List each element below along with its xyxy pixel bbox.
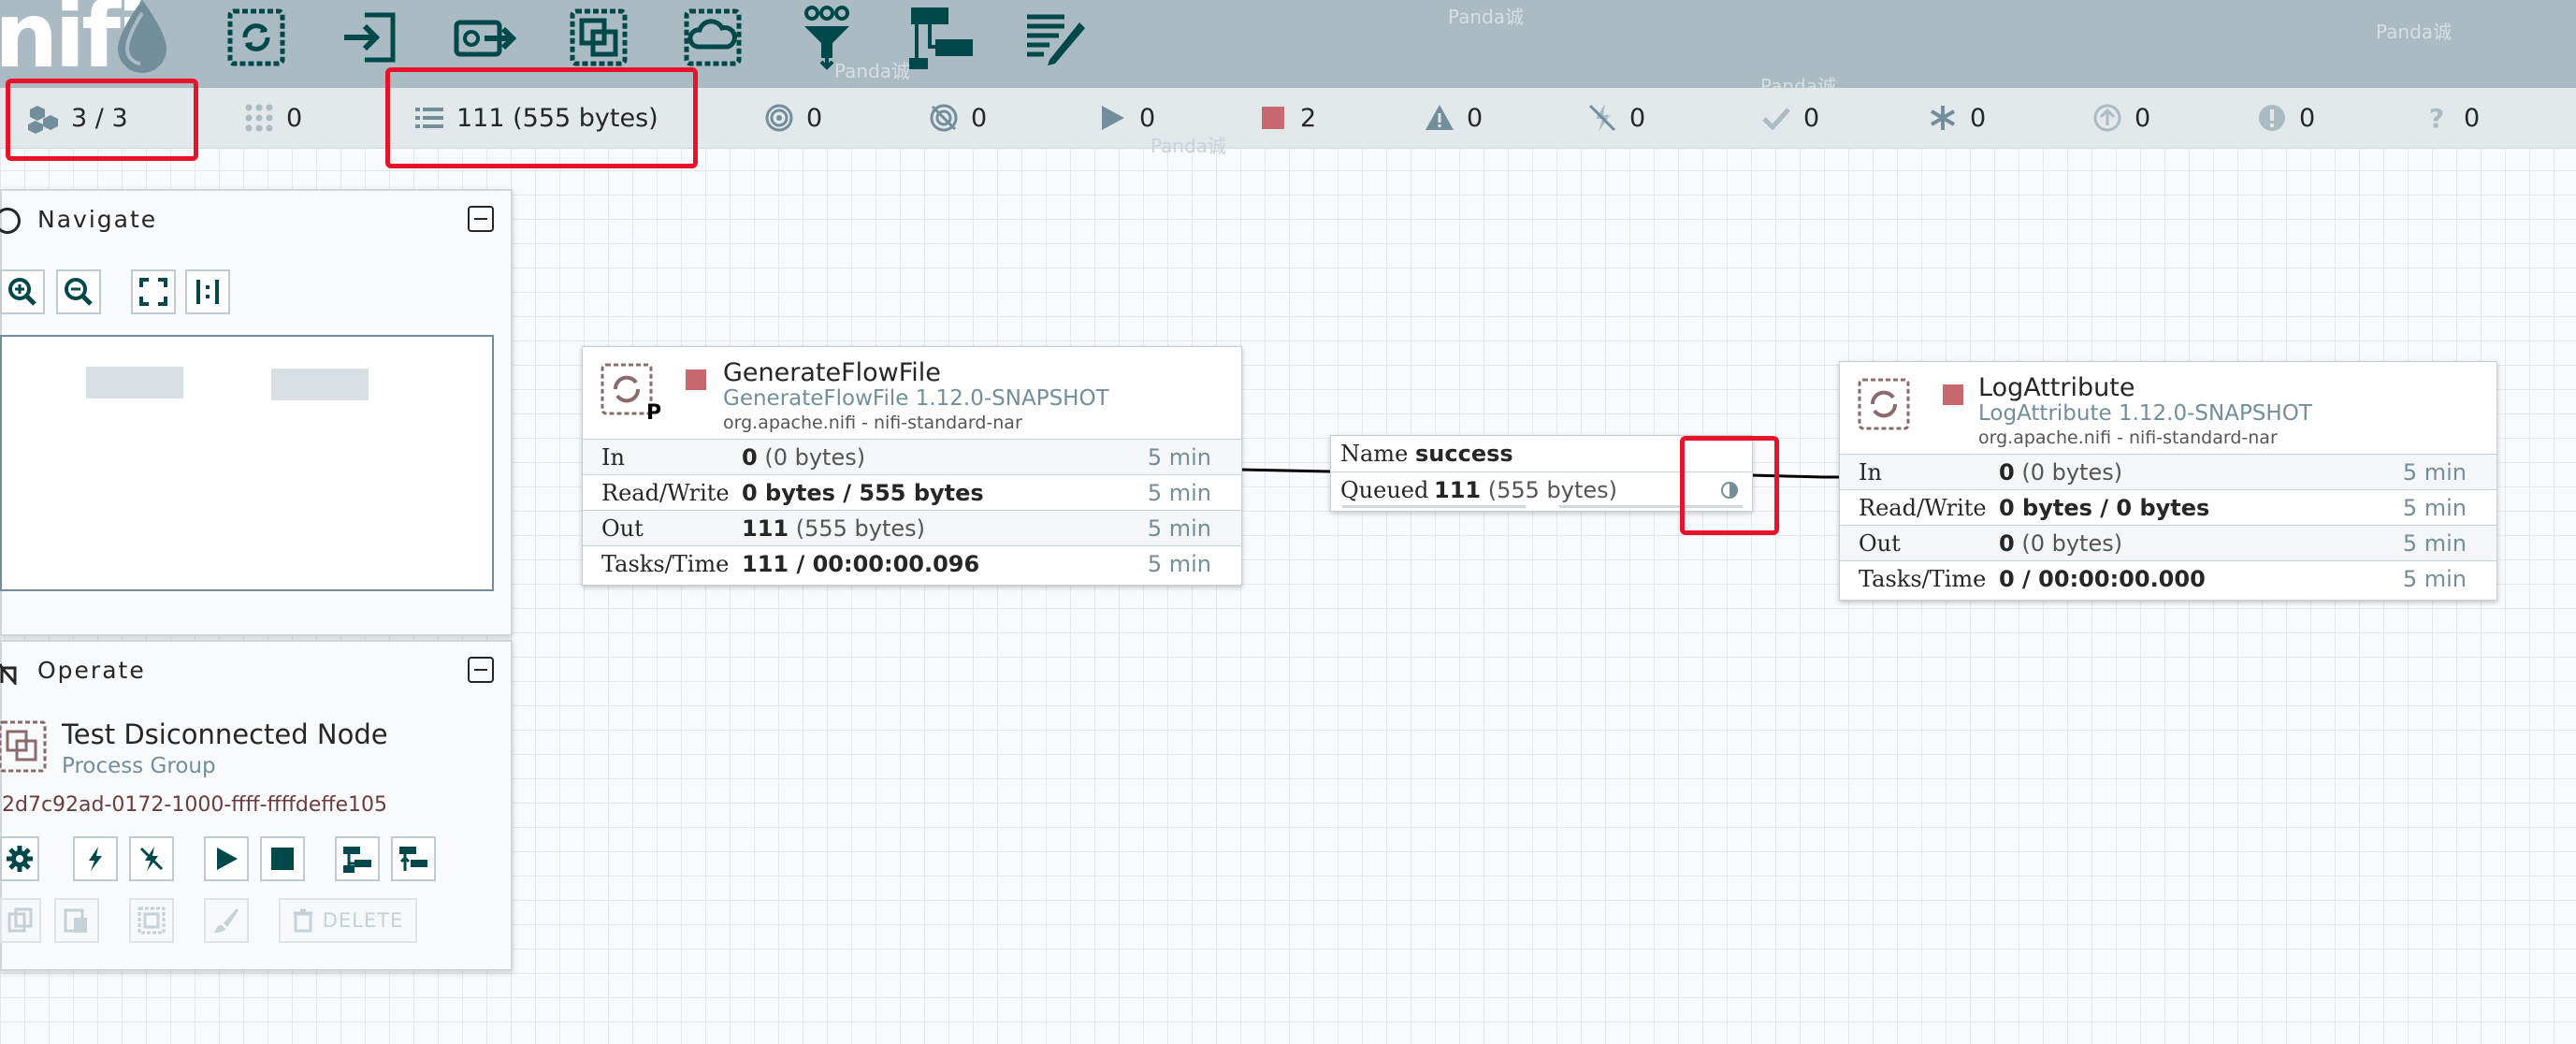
stats-row-in: In 0 (0 bytes) 5 min [1840,454,2496,489]
stat-label: Read/Write [1859,494,1987,521]
stat-time: 5 min [1147,550,1211,577]
processor-bundle: org.apache.nifi - nifi-standard-nar [723,413,1022,433]
stat-label: Out [601,515,644,542]
stat-value: 111 / 00:00:00.096 [742,550,980,577]
stats-row-read-write: Read/Write 0 bytes / 555 bytes 5 min [583,474,1241,510]
stats-row-out: Out 0 (0 bytes) 5 min [1840,525,2496,560]
stat-value: 111 (555 bytes) [742,515,926,542]
stat-label: Out [1859,529,1901,557]
stat-value: 0 / 00:00:00.000 [1999,565,2206,592]
stat-time: 5 min [2402,565,2467,592]
primary-node-badge: P [646,401,662,425]
stat-value: 0 (0 bytes) [1999,529,2123,557]
highlight-load-balance [1680,436,1779,535]
watermark: Panda诚 [1151,135,1227,157]
stat-time: 5 min [2402,458,2467,486]
stat-value: 0 bytes / 555 bytes [742,479,984,506]
generateflowfile-processor[interactable]: P GenerateFlowFile GenerateFlowFile 1.12… [582,346,1242,586]
connection-queued-value: 111 (555 bytes) [1434,477,1618,503]
stat-time: 5 min [1147,443,1211,471]
connection-name: success [1415,441,1513,467]
stat-value: 0 (0 bytes) [1999,458,2123,486]
processor-type: GenerateFlowFile 1.12.0-SNAPSHOT [723,386,1109,411]
processor-name: LogAttribute [1978,373,2135,402]
stats-row-in: In 0 (0 bytes) 5 min [583,439,1241,474]
stat-label: In [1859,458,1882,486]
stats-row-out: Out 111 (555 bytes) 5 min [583,510,1241,545]
stat-label: Tasks/Time [1859,565,1987,592]
queue-bar-count [1342,505,1526,508]
stat-value: 0 (0 bytes) [742,443,866,471]
stopped-icon [1943,384,1963,405]
connection-queued-label: Queued [1340,477,1429,503]
stat-label: Tasks/Time [601,550,730,577]
stat-label: In [601,443,625,471]
stat-time: 5 min [1147,515,1211,542]
connection-name-label: Name [1340,441,1409,467]
stats-row-read-write: Read/Write 0 bytes / 0 bytes 5 min [1840,489,2496,525]
stat-time: 5 min [2402,494,2467,521]
stat-time: 5 min [2402,529,2467,557]
processor-type: LogAttribute 1.12.0-SNAPSHOT [1978,401,2312,426]
stats-row-tasks-time: Tasks/Time 0 / 00:00:00.000 5 min [1840,560,2496,596]
stopped-icon [686,370,706,390]
stat-time: 5 min [1147,479,1211,506]
processor-name: GenerateFlowFile [723,358,941,387]
logattribute-processor[interactable]: LogAttribute LogAttribute 1.12.0-SNAPSHO… [1839,361,2497,601]
processor-icon [1858,378,1910,430]
processor-bundle: org.apache.nifi - nifi-standard-nar [1978,428,2278,448]
stat-value: 0 bytes / 0 bytes [1999,494,2210,521]
stats-row-tasks-time: Tasks/Time 111 / 00:00:00.096 5 min [583,545,1241,581]
stat-label: Read/Write [601,479,730,506]
